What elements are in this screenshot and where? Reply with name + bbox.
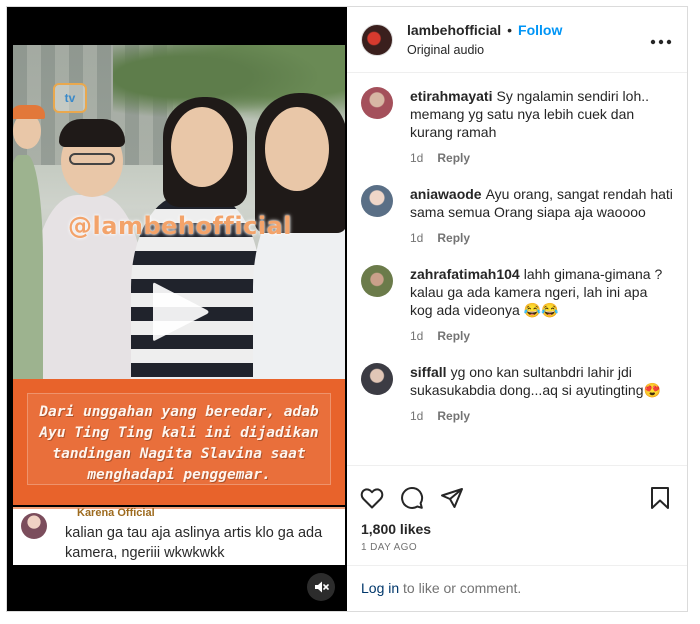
bookmark-icon[interactable]: [647, 485, 673, 511]
login-link[interactable]: Log in: [361, 580, 399, 596]
comments-list: etirahmayati Sy ngalamin sendiri loh.. me…: [347, 73, 687, 465]
commenter-avatar[interactable]: [361, 363, 393, 395]
action-bar: [347, 465, 687, 517]
embedded-comment-card: Karena Official kalian ga tau aja asliny…: [13, 507, 345, 565]
glasses: [69, 153, 115, 165]
commenter-avatar[interactable]: [361, 185, 393, 217]
separator-dot: •: [507, 22, 513, 38]
author-avatar[interactable]: [361, 23, 393, 56]
post-date[interactable]: 1 DAY AGO: [347, 542, 687, 553]
comment-text: yg ono kan sultanbdri lahir jdi sukasuka…: [410, 364, 661, 398]
follow-button[interactable]: Follow: [518, 22, 562, 38]
comment-item: aniawaode Ayu orang, sangat rendah hati s…: [361, 185, 673, 245]
video-watermark: @lambehofficial: [68, 212, 292, 240]
reply-button[interactable]: Reply: [437, 329, 470, 343]
play-icon[interactable]: [145, 277, 215, 347]
commenter-username[interactable]: aniawaode: [410, 186, 482, 202]
commenter-username[interactable]: etirahmayati: [410, 88, 492, 104]
reply-button[interactable]: Reply: [437, 409, 470, 423]
commenter-avatar[interactable]: [361, 87, 393, 119]
post-modal: tv @lambehofficial Dari unggahan yang be…: [6, 6, 688, 612]
comment-icon[interactable]: [399, 485, 425, 511]
comment-item: zahrafatimah104 lahh gimana-gimana ? kala…: [361, 265, 673, 343]
login-prompt: Log in to like or comment.: [347, 565, 687, 611]
comment-time: 1d: [410, 151, 424, 165]
video-caption-banner: Dari unggahan yang beredar, adab Ayu Tin…: [13, 379, 345, 505]
commenter-username[interactable]: siffall: [410, 364, 447, 380]
commenter-username[interactable]: zahrafatimah104: [410, 266, 520, 282]
post-header: lambehofficial • Follow Original audio: [347, 7, 687, 73]
reply-button[interactable]: Reply: [437, 151, 470, 165]
reply-button[interactable]: Reply: [437, 231, 470, 245]
card-comment-text: kalian ga tau aja aslinya artis klo ga a…: [65, 525, 323, 561]
author-username[interactable]: lambehofficial: [407, 22, 501, 38]
commenter-avatar[interactable]: [361, 265, 393, 297]
orange-cap: [13, 105, 45, 119]
heart-icon[interactable]: [359, 485, 385, 511]
video-caption-text: Dari unggahan yang beredar, adab Ayu Tin…: [27, 393, 331, 485]
comment-time: 1d: [410, 231, 424, 245]
channel-logo: tv: [53, 83, 87, 113]
paper-plane-icon[interactable]: [439, 485, 465, 511]
more-horizontal-icon[interactable]: [649, 34, 673, 45]
card-username: Karena Official: [77, 507, 155, 519]
comment-item: siffall yg ono kan sultanbdri lahir jdi s…: [361, 363, 673, 423]
comment-time: 1d: [410, 329, 424, 343]
card-avatar: [21, 513, 47, 539]
login-prompt-text: to like or comment.: [399, 580, 522, 596]
comment-item: etirahmayati Sy ngalamin sendiri loh.. me…: [361, 87, 673, 165]
muted-speaker-icon[interactable]: [307, 573, 335, 601]
audio-label[interactable]: Original audio: [407, 43, 649, 57]
likes-count[interactable]: 1,800 likes: [347, 521, 687, 537]
comment-time: 1d: [410, 409, 424, 423]
post-details-panel: lambehofficial • Follow Original audio e…: [347, 7, 687, 611]
video-player[interactable]: tv @lambehofficial Dari unggahan yang be…: [7, 7, 347, 611]
